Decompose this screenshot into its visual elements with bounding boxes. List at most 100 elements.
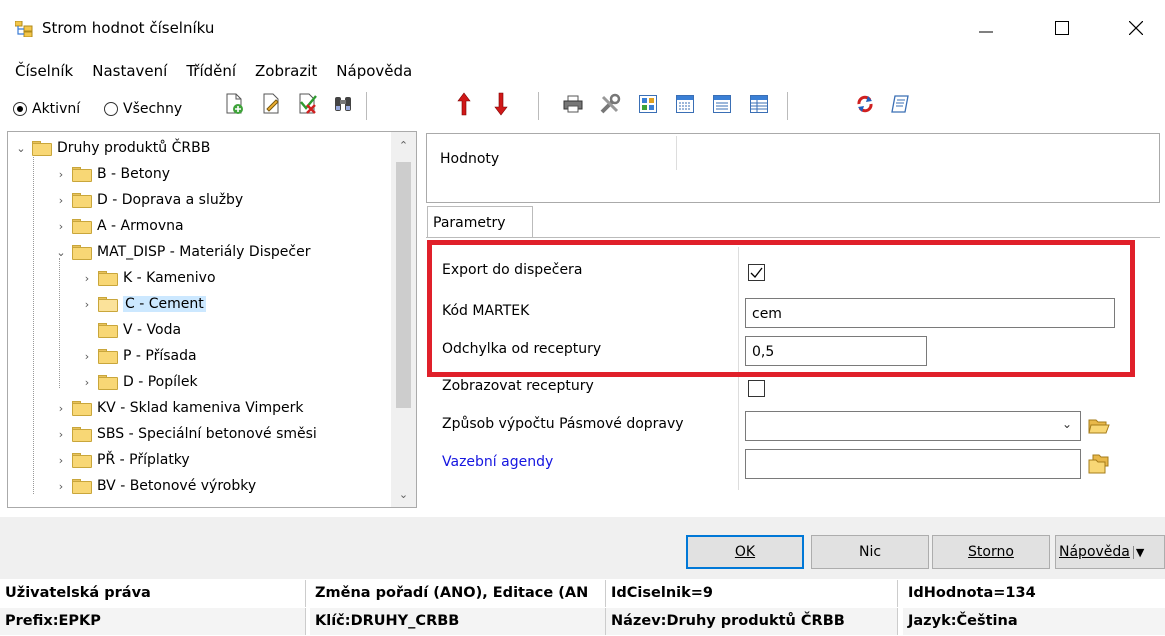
folders-button[interactable]: [1087, 453, 1111, 475]
zobrazovat-checkbox[interactable]: [748, 380, 765, 397]
title-bar: Strom hodnot číselníku: [0, 0, 1165, 56]
refresh-icon[interactable]: [853, 92, 877, 116]
folder-icon: [72, 218, 92, 234]
chevron-right-icon[interactable]: ›: [54, 220, 68, 233]
dropdown-arrow-icon[interactable]: ▼: [1132, 545, 1144, 559]
open-folder-button[interactable]: [1087, 415, 1111, 437]
radio-active[interactable]: Aktivní: [13, 101, 80, 117]
folder-icon: [32, 140, 52, 156]
values-section: Hodnoty: [426, 133, 1160, 203]
tree-guide-line: [59, 258, 60, 388]
vazebni-agendy-link[interactable]: Vazební agendy: [442, 454, 553, 470]
tree-scrollbar[interactable]: ⌃ ⌄: [391, 132, 416, 507]
tree-item-label: B - Betony: [97, 166, 170, 182]
chevron-right-icon[interactable]: ›: [54, 454, 68, 467]
tree-item[interactable]: › SBS - Speciální betonové směsi: [54, 421, 317, 447]
status-key: Klíč:DRUHY_CRBB: [310, 608, 606, 635]
zpusob-combobox[interactable]: ⌄: [745, 411, 1081, 441]
menu-zobrazit[interactable]: Zobrazit: [255, 62, 317, 80]
open-folder-icon: [1088, 419, 1110, 434]
napoveda-button[interactable]: Nápověda ▼: [1055, 535, 1165, 569]
chevron-right-icon[interactable]: ›: [54, 428, 68, 441]
toolbar-separator: [366, 92, 367, 120]
vazebni-agendy-field[interactable]: [745, 449, 1081, 479]
storno-label: Storno: [968, 544, 1014, 560]
menu-napoveda[interactable]: Nápověda: [336, 62, 412, 80]
toolbar-separator: [538, 92, 539, 120]
scrollbar-thumb[interactable]: [396, 162, 411, 408]
folder-icon: [98, 270, 118, 286]
folder-icon: [72, 426, 92, 442]
status-prefix: Prefix:EPKP: [0, 608, 306, 635]
tree-item-label: PŘ - Příplatky: [97, 452, 190, 468]
move-down-icon[interactable]: [489, 92, 513, 116]
tree-item[interactable]: › KV - Sklad kameniva Vimperk: [54, 395, 304, 421]
menu-nastaveni[interactable]: Nastavení: [92, 62, 167, 80]
tree-item[interactable]: V - Voda: [80, 317, 181, 343]
table-view-icon[interactable]: [747, 92, 771, 116]
scroll-down-icon[interactable]: ⌄: [397, 489, 410, 500]
grid-view-icon[interactable]: [636, 92, 660, 116]
tab-parametry[interactable]: Parametry: [427, 206, 533, 238]
menu-trideni[interactable]: Třídění: [186, 62, 236, 80]
menu-bar: Číselník Nastavení Třídění Zobrazit Nápo…: [0, 58, 1165, 84]
minimize-icon: [979, 31, 993, 33]
binoculars-icon[interactable]: [331, 92, 355, 116]
tree-item[interactable]: › P - Přísada: [80, 343, 197, 369]
print-icon[interactable]: [561, 92, 585, 116]
nic-label: Nic: [858, 544, 882, 560]
script-icon[interactable]: [888, 92, 912, 116]
tree-item-selected[interactable]: › C - Cement: [80, 291, 206, 317]
chevron-right-icon[interactable]: ›: [80, 350, 94, 363]
tree-item-label: C - Cement: [123, 296, 206, 312]
close-button[interactable]: [1113, 10, 1159, 46]
tree-item[interactable]: › D - Popílek: [80, 369, 198, 395]
tree-item-label: K - Kamenivo: [123, 270, 216, 286]
tree-item[interactable]: › D - Doprava a služby: [54, 187, 243, 213]
tree-item-label: BV - Betonové výrobky: [97, 478, 257, 494]
scroll-up-icon[interactable]: ⌃: [397, 140, 410, 151]
new-document-icon[interactable]: [222, 92, 246, 116]
chevron-down-icon[interactable]: ⌄: [1062, 417, 1072, 431]
tree-item[interactable]: › K - Kamenivo: [80, 265, 216, 291]
delete-check-icon[interactable]: [296, 92, 320, 116]
chevron-right-icon[interactable]: ›: [54, 194, 68, 207]
folder-icon: [72, 400, 92, 416]
dots-view-icon[interactable]: [673, 92, 697, 116]
napoveda-label: Nápověda: [1059, 544, 1130, 560]
tree-panel[interactable]: ⌄ Druhy produktů ČRBB › B - Betony › D -…: [7, 131, 417, 508]
menu-ciselnik[interactable]: Číselník: [15, 62, 73, 80]
tree-item[interactable]: › B - Betony: [54, 161, 170, 187]
minimize-button[interactable]: [963, 10, 1009, 46]
tree-item[interactable]: › PŘ - Příplatky: [54, 447, 190, 473]
radio-all[interactable]: Všechny: [104, 101, 182, 117]
values-label: Hodnoty: [440, 151, 500, 167]
chevron-right-icon[interactable]: ›: [80, 298, 94, 311]
folder-icon: [98, 374, 118, 390]
chevron-right-icon[interactable]: ›: [80, 272, 94, 285]
tree-root[interactable]: ⌄ Druhy produktů ČRBB: [14, 135, 210, 161]
chevron-down-icon[interactable]: ⌄: [54, 246, 68, 259]
tree-item[interactable]: ⌄ MAT_DISP - Materiály Dispečer: [54, 239, 310, 265]
nic-button[interactable]: Nic: [811, 535, 929, 569]
tree-item[interactable]: › BV - Betonové výrobky: [54, 473, 256, 499]
chevron-down-icon[interactable]: ⌄: [14, 142, 28, 155]
move-up-icon[interactable]: [452, 92, 476, 116]
tree-item[interactable]: › A - Armovna: [54, 213, 184, 239]
maximize-button[interactable]: [1039, 10, 1085, 46]
edit-document-icon[interactable]: [259, 92, 283, 116]
storno-button[interactable]: Storno: [932, 535, 1050, 569]
chevron-right-icon[interactable]: ›: [54, 402, 68, 415]
status-name: Název:Druhy produktů ČRBB: [606, 608, 898, 635]
tools-icon[interactable]: [598, 92, 622, 116]
chevron-right-icon[interactable]: ›: [54, 168, 68, 181]
ok-button[interactable]: OK: [686, 535, 804, 569]
tree-item-label: V - Voda: [123, 322, 182, 338]
chevron-right-icon[interactable]: ›: [54, 480, 68, 493]
window: Strom hodnot číselníku Číselník Nastaven…: [0, 0, 1165, 636]
chevron-right-icon[interactable]: ›: [80, 376, 94, 389]
folder-icon: [72, 478, 92, 494]
button-bar: OK Nic Storno Nápověda ▼: [0, 517, 1165, 579]
list-view-icon[interactable]: [710, 92, 734, 116]
toolbar-separator: [787, 92, 788, 120]
